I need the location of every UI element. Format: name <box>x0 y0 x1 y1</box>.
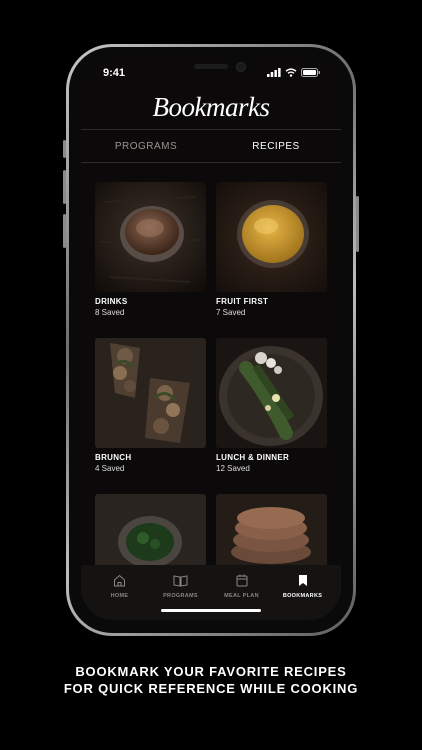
book-icon <box>173 575 188 587</box>
status-time: 9:41 <box>103 67 126 79</box>
brunch-thumbnail <box>95 338 206 448</box>
home-icon <box>114 574 125 587</box>
wifi-icon <box>285 68 297 77</box>
recipe-card-lunch-dinner[interactable]: LUNCH & DINNER 12 Saved <box>216 338 327 473</box>
bookmark-icon <box>298 575 307 586</box>
volume-up-button <box>63 170 66 204</box>
tab-bar: PROGRAMS RECIPES <box>81 130 341 162</box>
nav-label: PROGRAMS <box>163 593 198 599</box>
volume-down-button <box>63 214 66 248</box>
nav-home[interactable]: HOME <box>93 565 147 620</box>
nav-label: HOME <box>110 593 129 599</box>
power-button <box>356 196 359 252</box>
nav-bookmarks[interactable]: BOOKMARKS <box>276 565 330 620</box>
divider <box>81 162 341 163</box>
recipe-card-brunch[interactable]: BRUNCH 4 Saved <box>95 338 206 473</box>
recipe-count: 8 Saved <box>95 308 125 317</box>
mute-switch <box>63 140 66 158</box>
tab-programs[interactable]: PROGRAMS <box>81 130 211 162</box>
recipe-name: DRINKS <box>95 297 128 306</box>
recipe-count: 4 Saved <box>95 464 125 473</box>
recipe-card-fruit-first[interactable]: FRUIT FIRST 7 Saved <box>216 182 327 317</box>
home-indicator <box>161 609 261 612</box>
signal-icon <box>267 68 281 77</box>
recipe-card-drinks[interactable]: DRINKS 8 Saved <box>95 182 206 317</box>
recipe-count: 7 Saved <box>216 308 246 317</box>
caption-line-1: BOOKMARK YOUR FAVORITE RECIPES <box>75 664 347 679</box>
app-screen: 9:41 Bookmarks PROGRAMS RECIPES DRINKS 8… <box>81 58 341 620</box>
caption-line-2: FOR QUICK REFERENCE WHILE COOKING <box>63 681 359 696</box>
calendar-icon <box>236 574 247 587</box>
recipe-name: BRUNCH <box>95 453 132 462</box>
drinks-thumbnail <box>95 182 206 292</box>
recipe-name: LUNCH & DINNER <box>216 453 290 462</box>
page-title: Bookmarks <box>152 92 270 122</box>
lunch-dinner-thumbnail <box>216 338 327 448</box>
fruit-first-thumbnail <box>216 182 327 292</box>
front-camera <box>236 62 246 72</box>
battery-icon <box>301 68 320 77</box>
tab-recipes[interactable]: RECIPES <box>211 130 341 162</box>
recipe-count: 12 Saved <box>216 464 250 473</box>
nav-label: BOOKMARKS <box>282 593 323 599</box>
status-icons <box>267 68 321 77</box>
speaker-grille <box>194 64 228 69</box>
promo-caption: BOOKMARK YOUR FAVORITE RECIPES FOR QUICK… <box>0 663 422 697</box>
nav-label: MEAL PLAN <box>224 593 259 599</box>
recipe-name: FRUIT FIRST <box>216 297 269 306</box>
